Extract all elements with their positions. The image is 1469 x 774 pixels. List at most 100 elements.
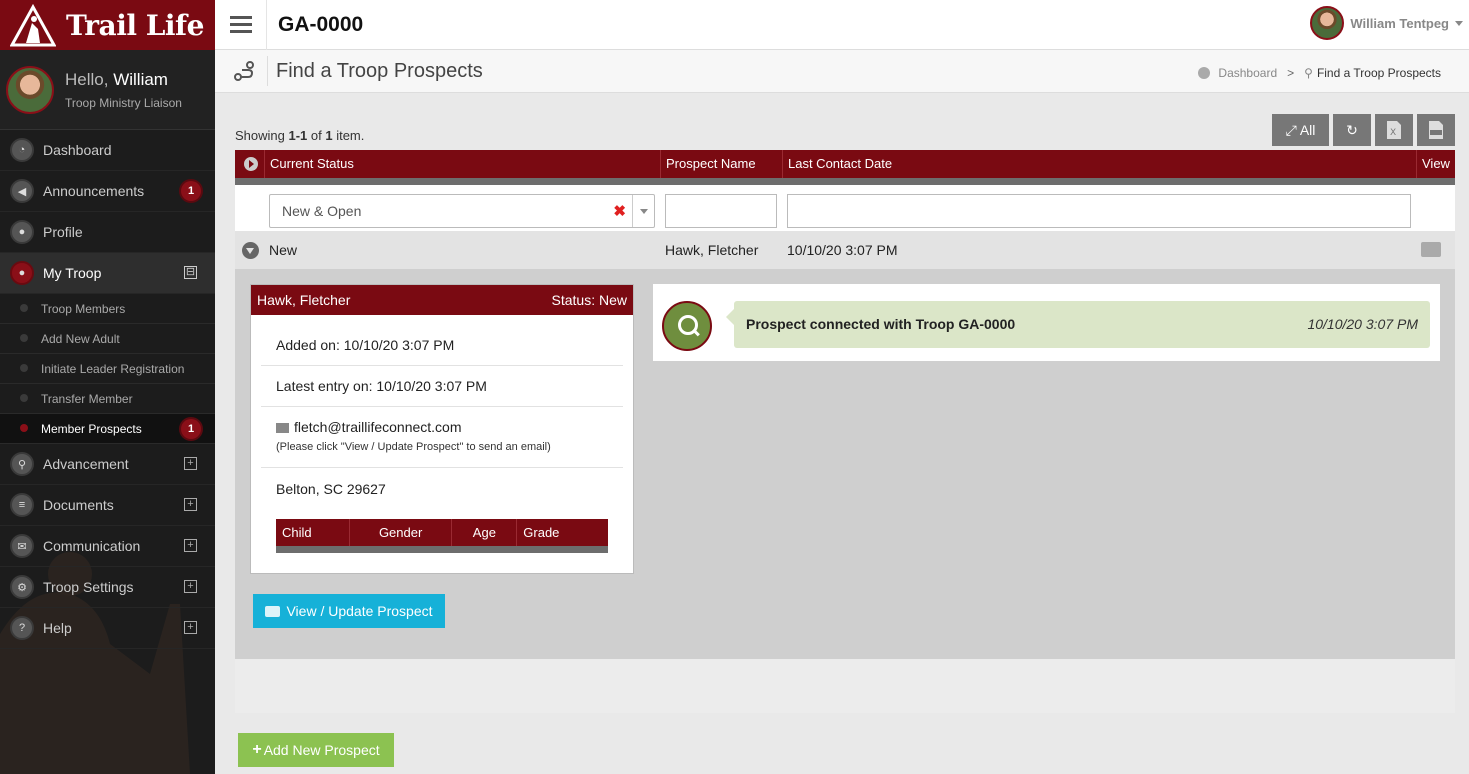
user-role: Troop Ministry Liaison <box>65 95 182 110</box>
sidebar: Trail Life Hello, William Troop Ministry… <box>0 0 215 774</box>
sidebar-sub-add-new-adult[interactable]: Add New Adult <box>0 324 215 354</box>
view-update-prospect-button[interactable]: View / Update Prospect <box>253 594 445 628</box>
hamburger-icon <box>229 23 252 26</box>
sidebar-sub-transfer-member[interactable]: Transfer Member <box>0 384 215 414</box>
expand-icon[interactable]: + <box>184 457 197 470</box>
location: Belton, SC 29627 <box>276 481 386 497</box>
grid-toolbar: ⤢ All ↻ X <box>1272 114 1455 146</box>
excel-file-icon: X <box>1387 121 1401 139</box>
sidebar-nav: ◔ Dashboard ◀ Announcements 1 ● Profile … <box>0 130 215 649</box>
announcements-badge: 1 <box>181 181 201 201</box>
prospect-name-filter-input[interactable] <box>665 194 777 228</box>
breadcrumb-home-link[interactable]: Dashboard <box>1218 66 1277 80</box>
email-note: (Please click "View / Update Prospect" t… <box>276 441 551 453</box>
sidebar-item-profile[interactable]: ● Profile <box>0 212 215 253</box>
sidebar-item-communication[interactable]: ✉ Communication + <box>0 526 215 567</box>
breadcrumb-current: Find a Troop Prospects <box>1316 66 1441 80</box>
member-prospects-badge: 1 <box>181 419 201 439</box>
sidebar-sub-member-prospects[interactable]: Member Prospects 1 <box>0 414 215 444</box>
play-icon[interactable] <box>244 157 258 171</box>
row-status: New <box>269 242 298 258</box>
column-grade: Grade <box>523 525 560 540</box>
grid-footer <box>235 659 1455 713</box>
dashboard-icon: ◔ <box>10 138 34 162</box>
divider <box>267 56 268 86</box>
expand-all-button[interactable]: ⤢ All <box>1272 114 1329 146</box>
document-icon: ≡ <box>10 493 34 517</box>
sidebar-item-advancement[interactable]: ⚲ Advancement + <box>0 444 215 485</box>
sidebar-item-dashboard[interactable]: ◔ Dashboard <box>0 130 215 171</box>
column-last-contact-date[interactable]: Last Contact Date <box>783 150 1417 178</box>
row-prospect-name: Hawk, Fletcher <box>665 242 759 258</box>
grid-header: Current Status Prospect Name Last Contac… <box>235 150 1455 185</box>
expand-icon[interactable]: + <box>184 498 197 511</box>
contact-card-icon[interactable] <box>1421 242 1441 257</box>
clear-icon[interactable]: ✖ <box>613 202 626 220</box>
collapse-row-icon[interactable] <box>242 242 259 259</box>
group-icon: ● <box>10 261 34 285</box>
hiker-icon: ⚲ <box>10 452 34 476</box>
column-current-status[interactable]: Current Status <box>265 150 661 178</box>
menu-toggle-button[interactable] <box>215 0 267 50</box>
prospect-card-header: Hawk, Fletcher Status: New <box>251 285 633 315</box>
greeting: Hello, William <box>65 69 168 89</box>
prospect-detail-panel: Hawk, Fletcher Status: New Added on: 10/… <box>235 269 1455 659</box>
last-contact-date-filter-input[interactable] <box>787 194 1411 228</box>
search-location-icon <box>662 301 712 351</box>
timeline-time: 10/10/20 3:07 PM <box>1307 316 1418 332</box>
column-age: Age <box>452 519 518 546</box>
column-view: View <box>1422 156 1450 171</box>
column-child: Child <box>276 519 350 546</box>
page-header: Find a Troop Prospects Dashboard > ⚲ Fin… <box>215 50 1469 93</box>
filter-row: New & Open ✖ <box>235 185 1455 231</box>
chevron-down-icon[interactable] <box>632 195 654 227</box>
page-title: Find a Troop Prospects <box>276 59 483 82</box>
expand-icon[interactable]: + <box>184 539 197 552</box>
avatar <box>1310 6 1345 40</box>
column-prospect-name[interactable]: Prospect Name <box>661 150 783 178</box>
sidebar-item-troop-settings[interactable]: ⚙ Troop Settings + <box>0 567 215 608</box>
status-filter-select[interactable]: New & Open ✖ <box>269 194 655 228</box>
envelope-icon <box>276 423 289 433</box>
brand-logo[interactable]: Trail Life <box>0 0 215 50</box>
troop-code: GA-0000 <box>278 12 364 36</box>
user-name: William Tentpeg <box>1350 15 1449 31</box>
sidebar-item-announcements[interactable]: ◀ Announcements 1 <box>0 171 215 212</box>
expand-icon: ⤢ <box>1285 121 1297 138</box>
add-new-prospect-button[interactable]: + Add New Prospect <box>238 733 394 767</box>
refresh-button[interactable]: ↻ <box>1333 114 1371 146</box>
user-panel: Hello, William Troop Ministry Liaison <box>0 50 215 130</box>
table-row[interactable]: New Hawk, Fletcher 10/10/20 3:07 PM <box>235 231 1455 269</box>
user-icon: ● <box>10 220 34 244</box>
export-csv-button[interactable] <box>1417 114 1455 146</box>
prospect-name: Hawk, Fletcher <box>257 292 351 308</box>
export-excel-button[interactable]: X <box>1375 114 1413 146</box>
activity-timeline: Prospect connected with Troop GA-0000 10… <box>653 284 1440 361</box>
expand-icon[interactable]: + <box>184 621 197 634</box>
prospect-email: fletch@traillifeconnect.com <box>294 419 462 435</box>
brand-name: Trail Life <box>66 8 204 42</box>
avatar[interactable] <box>6 65 54 114</box>
expand-column-header <box>235 150 265 178</box>
children-table: Child Gender Age Grade <box>276 519 608 553</box>
sidebar-item-documents[interactable]: ≡ Documents + <box>0 485 215 526</box>
sidebar-item-my-troop[interactable]: ● My Troop ⊟ <box>0 253 215 294</box>
sidebar-sub-initiate-leader-registration[interactable]: Initiate Leader Registration <box>0 354 215 384</box>
contact-card-icon <box>265 605 281 617</box>
svg-text:X: X <box>1390 128 1396 138</box>
column-gender: Gender <box>350 519 453 546</box>
user-menu[interactable]: William Tentpeg <box>1310 6 1463 40</box>
collapse-icon[interactable]: ⊟ <box>184 266 197 279</box>
question-icon: ? <box>10 616 34 640</box>
added-on: Added on: 10/10/20 3:07 PM <box>261 325 623 366</box>
sidebar-sub-troop-members[interactable]: Troop Members <box>0 294 215 324</box>
breadcrumb: Dashboard > ⚲ Find a Troop Prospects <box>1198 66 1441 80</box>
expand-icon[interactable]: + <box>184 580 197 593</box>
timeline-message: Prospect connected with Troop GA-0000 <box>746 316 1016 332</box>
sidebar-item-help[interactable]: ? Help + <box>0 608 215 649</box>
trail-life-logo-icon <box>10 3 56 47</box>
route-pin-icon: ⚲ <box>1304 66 1313 80</box>
envelope-icon: ✉ <box>10 534 34 558</box>
timeline-entry: Prospect connected with Troop GA-0000 10… <box>726 301 1430 348</box>
children-table-header: Child Gender Age Grade <box>276 519 608 553</box>
